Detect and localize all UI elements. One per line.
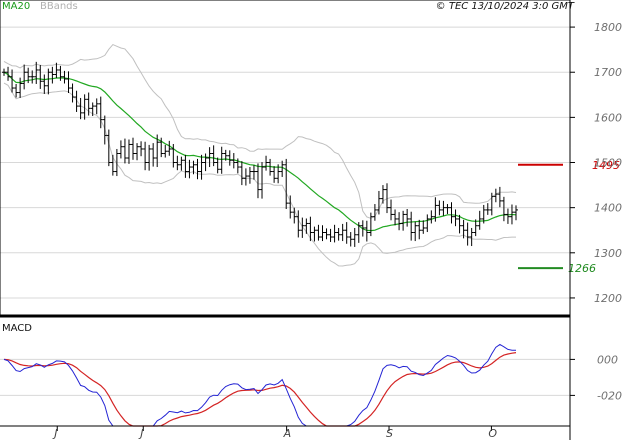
- macd-signal-line: [3, 352, 517, 427]
- x-tick-label: A: [283, 427, 292, 440]
- legend-ma20: MA20: [2, 1, 30, 12]
- price-tick-label: 1400: [594, 202, 622, 215]
- macd-lines: [3, 343, 517, 427]
- x-tick-label: J: [138, 427, 143, 440]
- price-tick-label: 1500: [594, 157, 622, 170]
- bollinger-bands: [3, 43, 517, 267]
- price-grid: [0, 26, 575, 299]
- x-tick-label: J: [52, 427, 57, 440]
- chart-svg: 14951266 MA20 BBands © TEC 13/10/2024 3:…: [0, 0, 622, 440]
- price-tick-label: 1800: [594, 21, 622, 34]
- price-tick-label: 1700: [594, 66, 622, 79]
- macd-title: MACD: [2, 323, 32, 334]
- price-bars: [2, 61, 518, 247]
- price-panel-frame: [0, 0, 571, 317]
- macd-line: [3, 343, 516, 427]
- macd-y-labels: 000 -020: [597, 353, 622, 402]
- macd-tick-label: -020: [597, 389, 622, 402]
- price-y-labels: 1200 1300 1400 1500 1600 1700 1800: [594, 21, 622, 305]
- x-tick-label: O: [488, 427, 497, 440]
- bband-upper: [3, 43, 517, 219]
- copyright-text: © TEC 13/10/2024 3:0 GMT: [436, 1, 575, 12]
- x-axis-labels: JJASO: [52, 426, 497, 440]
- legend-bbands: BBands: [40, 1, 78, 12]
- support-label: 1266: [568, 262, 596, 275]
- price-tick-label: 1600: [594, 111, 622, 124]
- price-tick-label: 1300: [594, 247, 622, 260]
- macd-tick-label: 000: [597, 353, 618, 366]
- x-tick-label: S: [386, 427, 393, 440]
- price-tick-label: 1200: [594, 292, 622, 305]
